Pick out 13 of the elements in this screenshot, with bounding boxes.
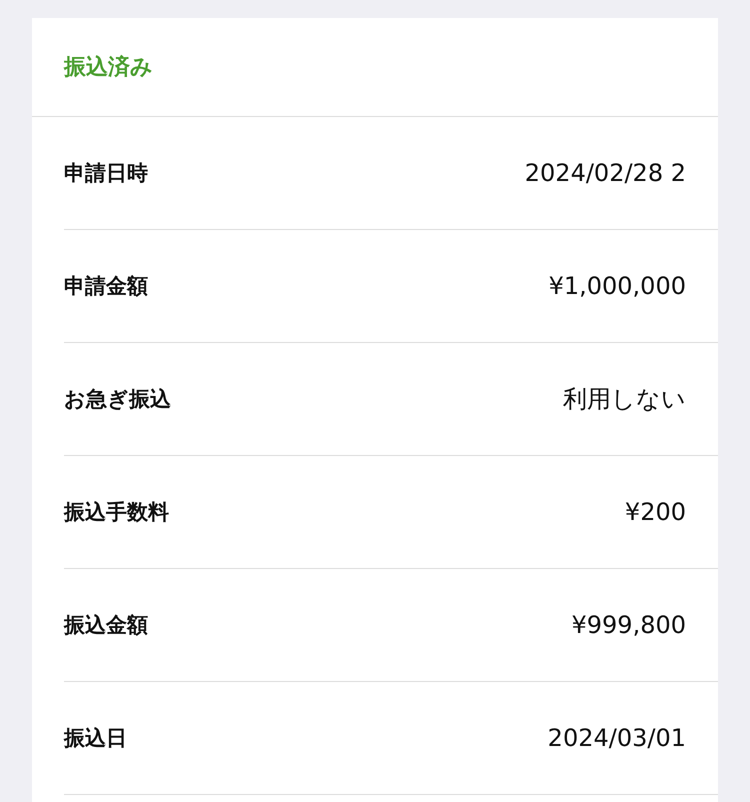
row-value: 2024/03/01 — [548, 724, 686, 752]
row-value: ¥999,800 — [571, 611, 686, 639]
row-label: 振込日 — [64, 725, 127, 752]
row-value: 利用しない — [563, 384, 686, 415]
row-label: 振込手数料 — [64, 499, 169, 526]
status-label: 振込済み — [64, 54, 153, 82]
row-label: 申請金額 — [64, 273, 148, 300]
row-label: 申請日時 — [64, 160, 148, 187]
row-label: お急ぎ振込 — [64, 386, 171, 413]
row-label: 振込金額 — [64, 612, 148, 639]
row-value: ¥1,000,000 — [548, 272, 686, 300]
row-value: ¥200 — [624, 498, 686, 526]
row-value: 2024/02/28 2 — [524, 159, 686, 187]
